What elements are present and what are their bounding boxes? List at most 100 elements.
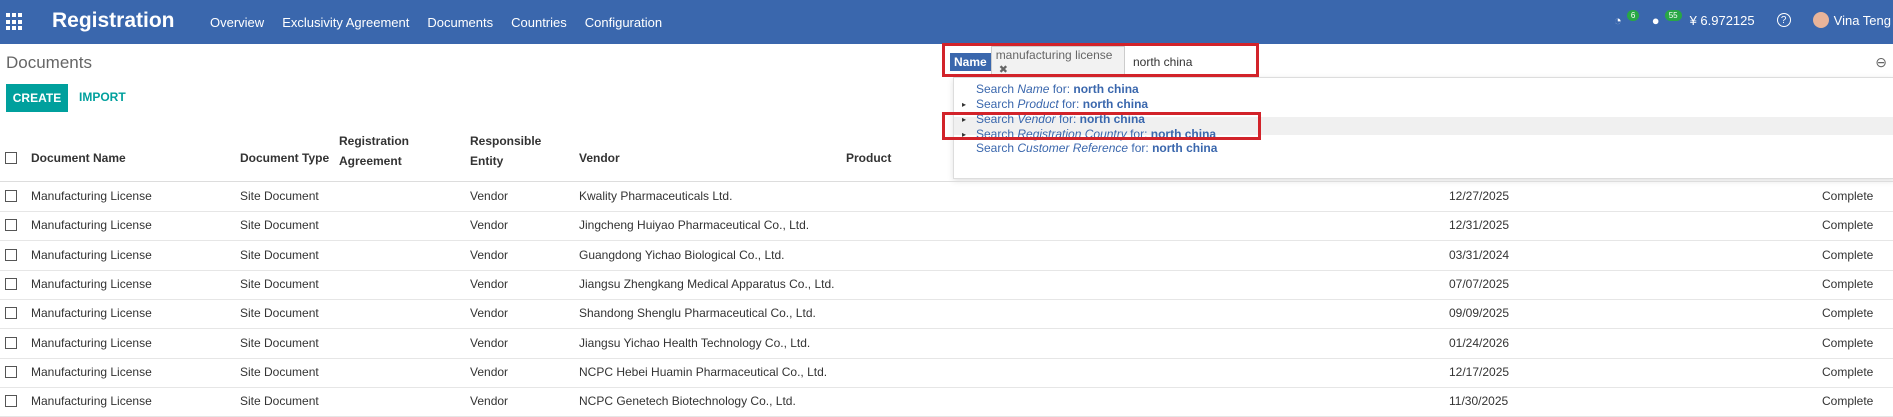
cell-responsible-entity: Vendor xyxy=(470,218,509,233)
table-row[interactable]: Manufacturing License Site Document Vendor… xyxy=(0,270,1893,300)
page-title: Documents xyxy=(6,53,92,72)
col-product[interactable]: Product xyxy=(846,150,891,166)
apps-grid-icon[interactable] xyxy=(6,13,24,31)
messages-button[interactable]: ● 55 xyxy=(1651,9,1682,28)
table-row[interactable]: Manufacturing License Site Document Vendor… xyxy=(0,387,1893,417)
cell-vendor: Kwality Pharmaceuticals Ltd. xyxy=(579,189,733,203)
cell-document-name: Manufacturing License xyxy=(31,276,152,291)
cell-responsible-entity: Vendor xyxy=(470,364,509,379)
cell-status: Complete xyxy=(1822,394,1874,409)
cell-date: 12/17/2025 xyxy=(1449,364,1510,379)
cell-document-type: Site Document xyxy=(240,306,319,321)
cell-document-type: Site Document xyxy=(240,364,319,379)
suggestion-name[interactable]: Search Name for: north china xyxy=(976,82,1139,96)
cell-vendor: Shandong Shenglu Pharmaceutical Co., Ltd… xyxy=(579,306,816,321)
cell-document-name: Manufacturing License xyxy=(31,364,152,379)
cell-date: 03/31/2024 xyxy=(1449,247,1510,262)
col-document-name[interactable]: Document Name xyxy=(31,150,126,166)
cell-date: 12/27/2025 xyxy=(1449,189,1510,203)
cell-responsible-entity: Vendor xyxy=(470,335,509,350)
cell-vendor: Jiangsu Zhengkang Medical Apparatus Co.,… xyxy=(579,276,835,291)
col-registration-agreement[interactable]: Registration Agreement xyxy=(339,133,409,169)
import-button[interactable]: IMPORT xyxy=(79,90,126,104)
row-checkbox[interactable] xyxy=(5,277,17,290)
cell-document-type: Site Document xyxy=(240,218,319,233)
search-highlight-box xyxy=(942,43,1259,77)
cell-document-type: Site Document xyxy=(240,189,319,203)
cell-date: 07/07/2025 xyxy=(1449,276,1510,291)
cell-vendor: Guangdong Yichao Biological Co., Ltd. xyxy=(579,247,785,262)
cell-status: Complete xyxy=(1822,189,1874,203)
table-row[interactable]: Manufacturing License Site Document Vendor… xyxy=(0,211,1893,242)
cell-document-type: Site Document xyxy=(240,335,319,350)
cell-status: Complete xyxy=(1822,276,1874,291)
cell-date: 01/24/2026 xyxy=(1449,335,1510,350)
cell-responsible-entity: Vendor xyxy=(470,394,509,409)
col-document-type[interactable]: Document Type xyxy=(240,150,329,166)
cell-document-name: Manufacturing License xyxy=(31,335,152,350)
create-button[interactable]: CREATE xyxy=(6,84,68,112)
cell-date: 12/31/2025 xyxy=(1449,218,1510,233)
table-row[interactable]: Manufacturing License Site Document Vendor… xyxy=(0,358,1893,388)
row-checkbox[interactable] xyxy=(5,248,17,261)
table-header: Document Name Document Type Registration… xyxy=(0,133,1893,182)
cell-date: 11/30/2025 xyxy=(1449,394,1509,409)
suggestion-product[interactable]: Search Product for: north china xyxy=(976,97,1148,111)
table-row[interactable]: Manufacturing License Site Document Vendor… xyxy=(0,299,1893,330)
select-all-checkbox[interactable] xyxy=(5,152,17,164)
caret-right-icon[interactable]: ▸ xyxy=(962,100,966,109)
menu-overview[interactable]: Overview xyxy=(210,15,264,30)
user-menu[interactable]: Vina Teng xyxy=(1812,12,1891,28)
cell-status: Complete xyxy=(1822,247,1874,262)
cell-status: Complete xyxy=(1822,218,1874,233)
currency-rate[interactable]: ¥ 6.972125 xyxy=(1690,13,1755,28)
col-vendor[interactable]: Vendor xyxy=(579,150,620,166)
avatar xyxy=(1812,12,1829,28)
col-responsible-entity[interactable]: Responsible Entity xyxy=(470,133,541,169)
cell-vendor: NCPC Hebei Huamin Pharmaceutical Co., Lt… xyxy=(579,364,828,379)
table-row[interactable]: Manufacturing License Site Document Vendor… xyxy=(0,241,1893,271)
main-menu: Overview Exclusivity Agreement Documents… xyxy=(210,15,680,30)
cell-document-name: Manufacturing License xyxy=(31,394,152,409)
row-checkbox[interactable] xyxy=(5,395,17,408)
cell-document-type: Site Document xyxy=(240,394,319,409)
systray: ◔ 6 ● 55 ¥ 6.972125 ? Vina Teng xyxy=(1613,9,1893,28)
cell-document-name: Manufacturing License xyxy=(31,247,152,262)
clock-icon: ◔ xyxy=(1613,12,1622,28)
chat-icon: ● xyxy=(1651,12,1660,28)
row-checkbox[interactable] xyxy=(5,190,17,202)
cell-responsible-entity: Vendor xyxy=(470,306,509,321)
cell-document-name: Manufacturing License xyxy=(31,306,152,321)
cell-vendor: NCPC Genetech Biotechnology Co., Ltd. xyxy=(579,394,796,409)
row-checkbox[interactable] xyxy=(5,336,17,349)
menu-documents[interactable]: Documents xyxy=(427,15,493,30)
cell-document-type: Site Document xyxy=(240,247,319,262)
message-count-badge: 55 xyxy=(1664,9,1682,21)
row-checkbox[interactable] xyxy=(5,219,17,232)
cell-document-name: Manufacturing License xyxy=(31,218,152,233)
cell-responsible-entity: Vendor xyxy=(470,276,509,291)
app-brand[interactable]: Registration xyxy=(52,9,175,33)
cell-document-type: Site Document xyxy=(240,276,319,291)
top-navbar: Registration Overview Exclusivity Agreem… xyxy=(0,0,1893,44)
activity-count-badge: 6 xyxy=(1626,9,1640,21)
cell-responsible-entity: Vendor xyxy=(470,189,509,203)
cell-status: Complete xyxy=(1822,306,1874,321)
table-row[interactable]: Manufacturing License Site Document Vendor… xyxy=(0,182,1893,212)
help-icon[interactable]: ? xyxy=(1776,13,1791,27)
cell-vendor: Jingcheng Huiyao Pharmaceutical Co., Ltd… xyxy=(579,218,810,233)
cell-status: Complete xyxy=(1822,364,1874,379)
menu-countries[interactable]: Countries xyxy=(511,15,567,30)
row-checkbox[interactable] xyxy=(5,365,17,378)
user-name: Vina Teng xyxy=(1833,12,1891,28)
cell-responsible-entity: Vendor xyxy=(470,247,509,262)
cell-date: 09/09/2025 xyxy=(1449,306,1510,321)
vendor-suggestion-highlight-box xyxy=(942,112,1261,140)
table-row[interactable]: Manufacturing License Site Document Vendor… xyxy=(0,329,1893,359)
menu-exclusivity-agreement[interactable]: Exclusivity Agreement xyxy=(282,15,409,30)
activity-button[interactable]: ◔ 6 xyxy=(1613,9,1640,28)
cell-vendor: Jiangsu Yichao Health Technology Co., Lt… xyxy=(579,335,811,350)
search-options-icon[interactable]: ⊖ xyxy=(1875,54,1887,71)
row-checkbox[interactable] xyxy=(5,307,17,320)
menu-configuration[interactable]: Configuration xyxy=(585,15,662,30)
